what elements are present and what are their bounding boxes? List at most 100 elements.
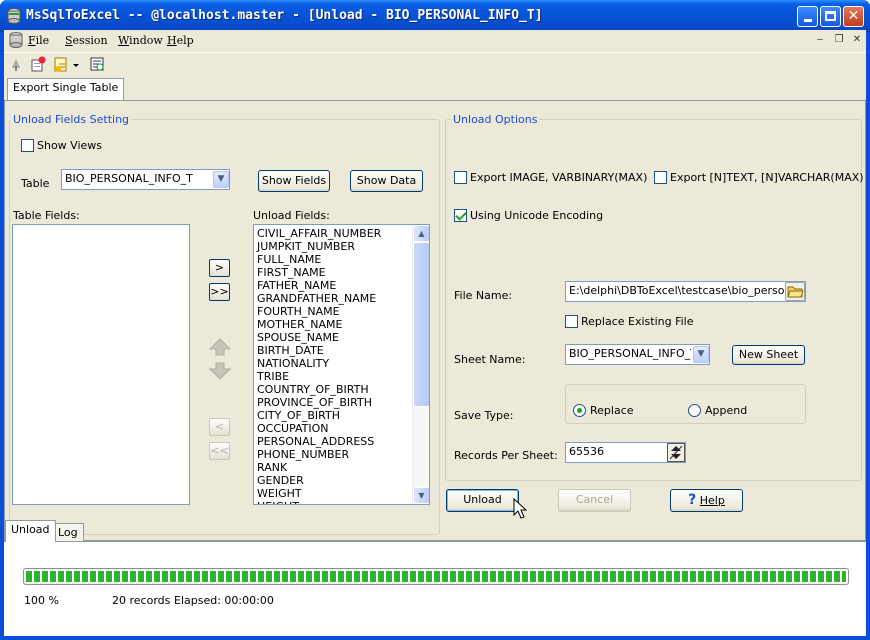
menu-file[interactable]: File — [28, 34, 49, 47]
new-session-icon[interactable] — [30, 56, 46, 72]
query-icon[interactable] — [89, 56, 105, 72]
status-panel: 100 % 20 records Elapsed: 00:00:00 — [4, 541, 866, 636]
unload-fields-list[interactable]: CIVIL_AFFAIR_NUMBER JUMPKIT_NUMBER FULL_NA… — [253, 224, 430, 505]
tab-label: Export Single Table — [13, 81, 119, 94]
mdi-restore-button[interactable]: ❐ — [831, 33, 847, 47]
table-select-value: BIO_PERSONAL_INFO_T — [65, 172, 193, 185]
tab-export-single-table[interactable]: Export Single Table — [7, 78, 125, 100]
list-item[interactable]: FIRST_NAME — [254, 266, 429, 279]
minimize-button[interactable] — [797, 6, 818, 27]
help-icon: ? — [688, 492, 697, 508]
maximize-icon — [825, 11, 836, 21]
client-area: File Session Window Help ‒ ❐ ✕ Export Si… — [4, 30, 866, 636]
remove-all-fields-button[interactable]: << — [209, 442, 230, 460]
dropdown-arrow-icon[interactable] — [71, 56, 81, 72]
mdi-minimize-button[interactable]: ‒ — [812, 33, 828, 47]
unload-fields-setting-label: Unload Fields Setting — [11, 113, 132, 126]
chevron-down-icon: ▼ — [697, 349, 705, 359]
spin-arrows-icon — [669, 445, 683, 460]
list-item[interactable]: PERSONAL_ADDRESS — [254, 435, 429, 448]
list-item[interactable]: HEIGHT — [254, 500, 429, 504]
list-item[interactable]: BIRTH_DATE — [254, 344, 429, 357]
list-item[interactable]: CIVIL_AFFAIR_NUMBER — [254, 227, 429, 240]
help-button[interactable]: ? Help — [670, 489, 743, 512]
export-single-table-panel: Unload Fields Setting Show Views Table B… — [4, 100, 866, 541]
add-all-fields-button[interactable]: >> — [209, 283, 230, 301]
table-fields-list[interactable] — [12, 224, 190, 505]
table-select[interactable]: BIO_PERSONAL_INFO_T — [61, 169, 230, 190]
database-app-icon — [7, 8, 21, 24]
add-field-button[interactable]: > — [209, 259, 230, 277]
table-fields-label: Table Fields: — [13, 209, 80, 222]
save-type-append-label: Append — [705, 404, 748, 417]
list-item[interactable]: JUMPKIT_NUMBER — [254, 240, 429, 253]
export-image-checkbox[interactable] — [454, 171, 467, 184]
save-type-replace-radio[interactable] — [573, 404, 586, 417]
show-fields-button[interactable]: Show Fields — [258, 170, 330, 192]
sheet-name-dropdown-button[interactable]: ▼ — [693, 346, 709, 363]
replace-existing-checkbox[interactable] — [565, 315, 578, 328]
table-dropdown-button[interactable]: ▼ — [213, 171, 229, 188]
list-item[interactable]: RANK — [254, 461, 429, 474]
list-item[interactable]: WEIGHT — [254, 487, 429, 500]
list-item[interactable]: OCCUPATION — [254, 422, 429, 435]
tab-label: Log — [58, 526, 78, 539]
tab-unload[interactable]: Unload — [5, 520, 56, 542]
list-item[interactable]: SPOUSE_NAME — [254, 331, 429, 344]
chevron-up-icon: ▲ — [418, 229, 425, 238]
scroll-up-button[interactable]: ▲ — [413, 225, 429, 242]
menu-help[interactable]: Help — [167, 34, 194, 47]
new-sheet-button[interactable]: New Sheet — [732, 345, 805, 365]
tab-log[interactable]: Log — [52, 523, 84, 541]
browse-folder-button[interactable] — [785, 282, 805, 301]
replace-existing-label: Replace Existing File — [581, 315, 694, 328]
mdi-close-button[interactable]: ✕ — [849, 33, 865, 47]
scroll-thumb[interactable] — [413, 242, 429, 407]
list-item[interactable]: GRANDFATHER_NAME — [254, 292, 429, 305]
unload-button[interactable]: Unload — [446, 489, 519, 512]
cancel-button[interactable]: Cancel — [558, 489, 631, 512]
unload-fields-scrollbar[interactable]: ▲ ▼ — [412, 225, 429, 504]
save-type-append-radio[interactable] — [688, 404, 701, 417]
title-bar[interactable]: MsSqlToExcel -- @localhost.master - [Unl… — [0, 0, 870, 32]
list-item[interactable]: NATIONALITY — [254, 357, 429, 370]
file-name-input[interactable]: E:\delphi\DBToExcel\testcase\bio_persona — [565, 281, 806, 302]
toolbar — [4, 52, 866, 74]
connect-icon[interactable] — [8, 56, 24, 72]
open-script-icon[interactable] — [53, 56, 69, 72]
list-item[interactable]: TRIBE — [254, 370, 429, 383]
mouse-cursor-icon — [513, 497, 528, 520]
export-ntext-checkbox[interactable] — [654, 171, 667, 184]
list-item[interactable]: CITY_OF_BIRTH — [254, 409, 429, 422]
move-down-icon[interactable] — [208, 362, 232, 380]
show-data-button[interactable]: Show Data — [350, 170, 423, 192]
close-icon: ✕ — [847, 8, 860, 24]
list-item[interactable]: COUNTRY_OF_BIRTH — [254, 383, 429, 396]
menu-session[interactable]: Session — [65, 34, 108, 47]
list-item[interactable]: FULL_NAME — [254, 253, 429, 266]
unicode-encoding-checkbox[interactable] — [454, 209, 467, 222]
remove-field-button[interactable]: < — [209, 418, 230, 436]
progress-fill — [26, 571, 846, 582]
file-name-value: E:\delphi\DBToExcel\testcase\bio_persona — [569, 284, 799, 297]
progress-percent: 100 % — [24, 594, 59, 607]
move-up-icon[interactable] — [208, 338, 232, 356]
export-ntext-label: Export [N]TEXT, [N]VARCHAR(MAX) — [670, 171, 864, 184]
list-item[interactable]: FOURTH_NAME — [254, 305, 429, 318]
menu-bar: File Session Window Help ‒ ❐ ✕ — [4, 30, 866, 52]
list-item[interactable]: GENDER — [254, 474, 429, 487]
maximize-button[interactable] — [820, 6, 841, 27]
unload-fields-label: Unload Fields: — [253, 209, 330, 222]
main-window: MsSqlToExcel -- @localhost.master - [Unl… — [0, 0, 870, 640]
close-button[interactable]: ✕ — [843, 6, 864, 27]
show-views-checkbox[interactable] — [21, 139, 34, 152]
list-item[interactable]: PROVINCE_OF_BIRTH — [254, 396, 429, 409]
spin-edit-button[interactable] — [667, 443, 685, 462]
list-item[interactable]: FATHER_NAME — [254, 279, 429, 292]
scroll-down-button[interactable]: ▼ — [413, 487, 429, 504]
records-count: 20 records — [112, 594, 171, 607]
list-item[interactable]: PHONE_NUMBER — [254, 448, 429, 461]
menu-window[interactable]: Window — [118, 34, 163, 47]
list-item[interactable]: MOTHER_NAME — [254, 318, 429, 331]
sheet-name-select[interactable]: BIO_PERSONAL_INFO_T — [565, 344, 710, 365]
